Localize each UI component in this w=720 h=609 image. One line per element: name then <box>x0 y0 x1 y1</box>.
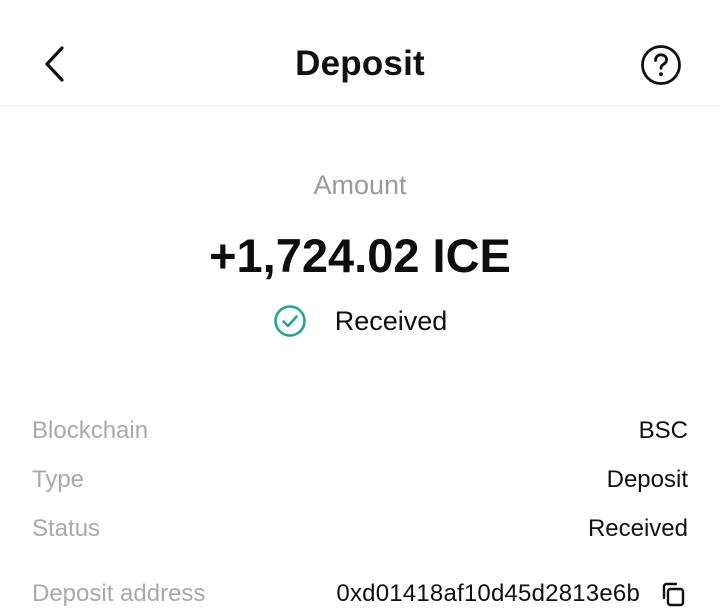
header-bar: Deposit <box>0 0 720 106</box>
copy-icon[interactable] <box>658 579 688 609</box>
info-row-status: Status Received <box>32 512 688 546</box>
info-label: Status <box>32 515 101 542</box>
question-circle-icon <box>641 45 681 85</box>
info-row-type: Type Deposit <box>32 463 688 497</box>
info-label: Deposit address <box>32 580 206 607</box>
info-row-blockchain: Blockchain BSC <box>32 414 688 448</box>
info-label: Blockchain <box>32 417 149 444</box>
check-circle-icon <box>273 305 306 337</box>
info-value: Deposit <box>606 466 688 493</box>
info-value: BSC <box>638 417 688 444</box>
deposit-address-value[interactable]: 0xd01418af10d45d2813e6b <box>336 580 640 608</box>
deposit-detail-page: Deposit Amount +1,724.02 ICE Received Bl… <box>0 0 720 609</box>
info-value: Received <box>587 515 688 542</box>
info-row-deposit-address: Deposit address 0xd01418af10d45d2813e6b <box>32 577 688 609</box>
info-label: Type <box>32 466 85 493</box>
page-title: Deposit <box>295 44 425 83</box>
status-text: Received <box>334 305 448 336</box>
help-button[interactable] <box>640 44 682 86</box>
amount-label: Amount <box>313 170 407 200</box>
status-row: Received <box>0 303 720 339</box>
deposit-address-wrap: 0xd01418af10d45d2813e6b <box>336 579 688 609</box>
amount-value: +1,724.02 ICE <box>209 229 511 282</box>
